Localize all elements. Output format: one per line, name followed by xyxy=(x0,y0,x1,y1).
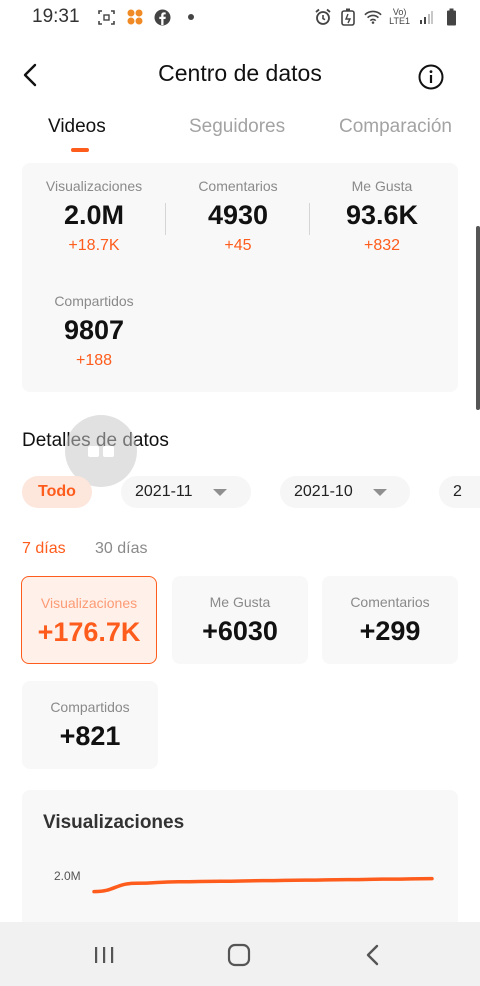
period-chips: Todo 2021-11 2021-10 2 xyxy=(22,476,480,508)
tab-seguidores[interactable]: Seguidores xyxy=(189,116,285,138)
summary-likes: Me Gusta 93.6K +832 xyxy=(312,178,452,255)
divider xyxy=(309,203,310,235)
home-icon[interactable] xyxy=(224,940,254,970)
status-right-icons: Vo) LTE1 xyxy=(314,8,460,26)
lte-indicator: Vo) LTE1 xyxy=(389,8,410,26)
battery-saver-icon xyxy=(339,8,357,26)
battery-icon xyxy=(442,8,460,26)
caret-down-icon xyxy=(372,488,387,496)
chip-2021-11[interactable]: 2021-11 xyxy=(121,476,251,508)
chip-label: 2021-11 xyxy=(135,483,193,500)
floating-button-icon xyxy=(103,445,114,457)
y-tick-label: 2.0M xyxy=(54,869,81,883)
summary-card: Visualizaciones 2.0M +18.7K Comentarios … xyxy=(22,163,458,392)
metric-value: +299 xyxy=(359,616,421,646)
stat-label: Compartidos xyxy=(54,293,134,309)
status-time: 19:31 xyxy=(32,6,80,27)
metric-card-shares[interactable]: Compartidos +821 xyxy=(22,681,158,769)
tab-comparacion[interactable]: Comparación xyxy=(339,116,452,138)
stat-value: 93.6K xyxy=(345,200,419,230)
summary-shares: Compartidos 9807 +188 xyxy=(24,293,164,370)
alarm-icon xyxy=(314,8,332,26)
lte-bottom-text: LTE1 xyxy=(389,16,410,26)
stat-label: Visualizaciones xyxy=(45,178,143,194)
stat-value: 2.0M xyxy=(63,200,125,230)
page-title: Centro de datos xyxy=(158,60,322,86)
metric-card-views[interactable]: Visualizaciones +176.7K xyxy=(21,576,157,664)
stat-delta: +45 xyxy=(224,237,252,254)
chip-next[interactable]: 2 xyxy=(439,476,480,508)
chip-label: 2 xyxy=(453,483,462,500)
metric-label: Comentarios xyxy=(350,594,430,610)
divider xyxy=(165,203,166,235)
range-7-dias[interactable]: 7 días xyxy=(22,540,66,558)
caret-down-icon xyxy=(212,488,227,496)
stat-delta: +18.7K xyxy=(68,237,120,254)
stat-delta: +188 xyxy=(75,352,113,369)
metric-label: Visualizaciones xyxy=(40,595,138,611)
stat-delta: +832 xyxy=(363,237,401,254)
summary-views: Visualizaciones 2.0M +18.7K xyxy=(24,178,164,255)
active-tab-indicator xyxy=(71,148,89,152)
stat-label: Comentarios xyxy=(198,178,278,194)
info-icon[interactable] xyxy=(418,64,444,90)
floating-button-icon xyxy=(88,445,99,457)
chip-todo[interactable]: Todo xyxy=(22,476,92,508)
screenshot-icon xyxy=(98,8,116,26)
pinwheel-icon xyxy=(126,8,144,26)
tab-bar: Videos Seguidores Comparación xyxy=(0,116,480,156)
range-30-dias[interactable]: 30 días xyxy=(95,540,147,558)
signal-icon xyxy=(417,8,435,26)
stat-label: Me Gusta xyxy=(351,178,413,194)
status-left-icons xyxy=(98,8,200,26)
dot-icon xyxy=(182,8,200,26)
chip-2021-10[interactable]: 2021-10 xyxy=(280,476,410,508)
stat-value: 9807 xyxy=(63,315,125,345)
summary-comments: Comentarios 4930 +45 xyxy=(168,178,308,255)
metric-value: +821 xyxy=(59,721,121,751)
chip-label: 2021-10 xyxy=(294,483,353,500)
series-line xyxy=(92,876,434,894)
system-nav-bar xyxy=(0,922,480,986)
status-bar: 19:31 Vo) LTE1 xyxy=(0,0,480,34)
facebook-icon xyxy=(154,8,172,26)
metric-card-comments[interactable]: Comentarios +299 xyxy=(322,576,458,664)
header: Centro de datos xyxy=(0,50,480,100)
metric-label: Me Gusta xyxy=(209,594,271,610)
stat-value: 4930 xyxy=(207,200,269,230)
scroll-indicator[interactable] xyxy=(476,226,480,410)
metric-value: +6030 xyxy=(202,616,278,646)
metric-label: Compartidos xyxy=(50,699,130,715)
recent-apps-icon[interactable] xyxy=(89,940,119,970)
metric-value: +176.7K xyxy=(37,617,141,647)
tab-videos[interactable]: Videos xyxy=(48,116,106,138)
metric-card-likes[interactable]: Me Gusta +6030 xyxy=(172,576,308,664)
wifi-icon xyxy=(364,8,382,26)
back-icon[interactable] xyxy=(358,940,388,970)
